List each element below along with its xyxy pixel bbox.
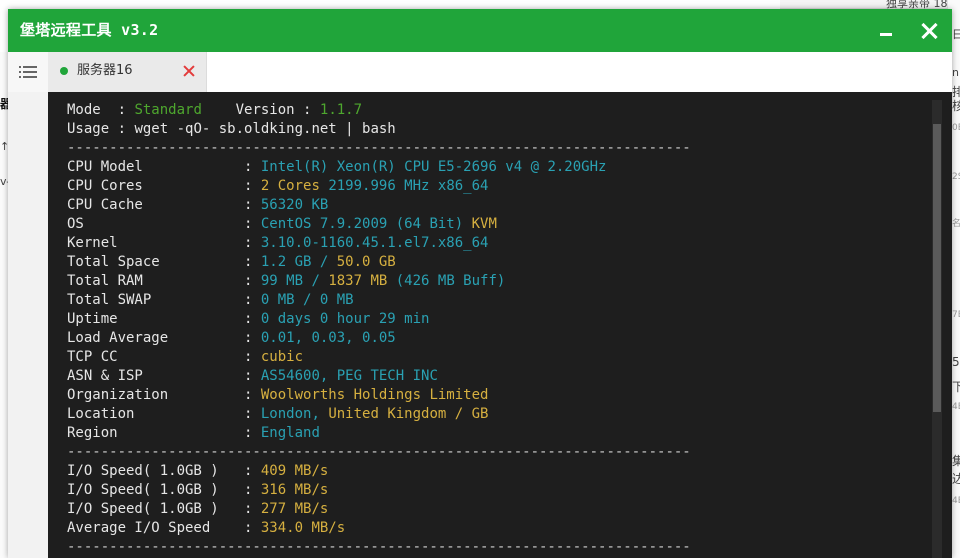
background-text: 日 xyxy=(952,28,960,41)
minimize-icon xyxy=(880,33,892,36)
terminal-line-asn-isp: ASN & ISP : AS54600, PEG TECH INC xyxy=(67,368,438,384)
terminal-separator: ----------------------------------------… xyxy=(67,539,691,555)
sidebar xyxy=(8,92,48,558)
terminal-separator: ----------------------------------------… xyxy=(67,444,691,460)
close-button[interactable] xyxy=(911,9,947,52)
terminal-line-cpu-cores: CPU Cores : 2 Cores 2199.996 MHz x86_64 xyxy=(67,178,489,194)
terminal-line-tcp-cc: TCP CC : cubic xyxy=(67,349,304,365)
status-dot-icon xyxy=(60,67,68,75)
tab-close-icon[interactable] xyxy=(182,64,196,78)
terminal-line-io-speed-2: I/O Speed( 1.0GB ) : 316 MB/s xyxy=(67,482,329,498)
background-text: ↑ xyxy=(0,140,8,153)
background-text: 2S xyxy=(952,172,960,182)
hamburger-list-icon xyxy=(19,65,37,79)
minimize-button[interactable] xyxy=(868,9,904,52)
terminal-line-uptime: Uptime : 0 days 0 hour 29 min xyxy=(67,311,430,327)
tab-server-16[interactable]: 服务器16 xyxy=(48,52,207,92)
terminal-line-total-space: Total Space : 1.2 GB / 50.0 GB xyxy=(67,254,396,270)
background-text: 名 xyxy=(952,219,960,229)
terminal-line-cpu-model: CPU Model : Intel(R) Xeon(R) CPU E5-2696… xyxy=(67,159,607,175)
background-text: 4E xyxy=(952,402,960,412)
background-text: 5 xyxy=(952,355,960,369)
terminal-output[interactable]: Mode : Standard Version : 1.1.7 Usage : … xyxy=(48,92,952,558)
background-text: n xyxy=(952,66,959,79)
background-text: 达 xyxy=(952,472,960,486)
terminal-line-load-average: Load Average : 0.01, 0.03, 0.05 xyxy=(67,330,396,346)
terminal-line-mode: Mode : Standard Version : 1.1.7 xyxy=(67,102,363,118)
server-list-toggle-button[interactable] xyxy=(8,52,49,92)
terminal-line-cpu-cache: CPU Cache : 56320 KB xyxy=(67,197,329,213)
background-left-strip xyxy=(0,52,8,558)
terminal-scrollbar[interactable] xyxy=(932,100,942,558)
close-icon xyxy=(921,23,937,39)
terminal-line-organization: Organization : Woolworths Holdings Limit… xyxy=(67,387,489,403)
terminal-line-region: Region : England xyxy=(67,425,320,441)
terminal-line-kernel: Kernel : 3.10.0-1160.45.1.el7.x86_64 xyxy=(67,235,489,251)
tab-label: 服务器16 xyxy=(77,63,133,78)
terminal-line-usage: Usage : wget -qO- sb.oldking.net | bash xyxy=(67,121,396,137)
terminal-line-os: OS : CentOS 7.9.2009 (64 Bit) KVM xyxy=(67,216,497,232)
window-titlebar[interactable]: 堡塔远程工具 v3.2 xyxy=(8,9,952,52)
terminal-line-average-io: Average I/O Speed : 334.0 MB/s xyxy=(67,520,346,536)
background-text: 独享亲带 18 xyxy=(886,0,948,9)
background-text: 下 xyxy=(952,380,960,394)
remote-tool-window: 堡塔远程工具 v3.2 服务器16 Mode : Standard Versio… xyxy=(8,9,952,558)
usage-value: wget -qO- sb.oldking.net | bash xyxy=(134,121,396,137)
version-value: 1.1.7 xyxy=(319,102,363,118)
background-text: v- xyxy=(0,175,8,188)
background-text: 7B xyxy=(952,310,960,320)
window-title: 堡塔远程工具 v3.2 xyxy=(20,21,159,39)
terminal-line-total-swap: Total SWAP : 0 MB / 0 MB xyxy=(67,292,354,308)
terminal-line-io-speed-3: I/O Speed( 1.0GB ) : 277 MB/s xyxy=(67,501,329,517)
background-text: 4E xyxy=(952,496,960,506)
terminal-separator: ----------------------------------------… xyxy=(67,140,691,156)
mode-value: Standard xyxy=(134,102,202,118)
background-text: 集 xyxy=(952,454,960,468)
background-text: 器 xyxy=(0,97,8,111)
session-tabbar: 服务器16 xyxy=(48,52,952,92)
terminal-line-location: Location : London, United Kingdom / GB xyxy=(67,406,489,422)
background-text: 0B xyxy=(952,123,960,133)
background-text: 核 xyxy=(952,99,960,113)
terminal-line-io-speed-1: I/O Speed( 1.0GB ) : 409 MB/s xyxy=(67,463,329,479)
terminal-scroll-thumb[interactable] xyxy=(933,124,941,412)
terminal-line-total-ram: Total RAM : 99 MB / 1837 MB (426 MB Buff… xyxy=(67,273,506,289)
